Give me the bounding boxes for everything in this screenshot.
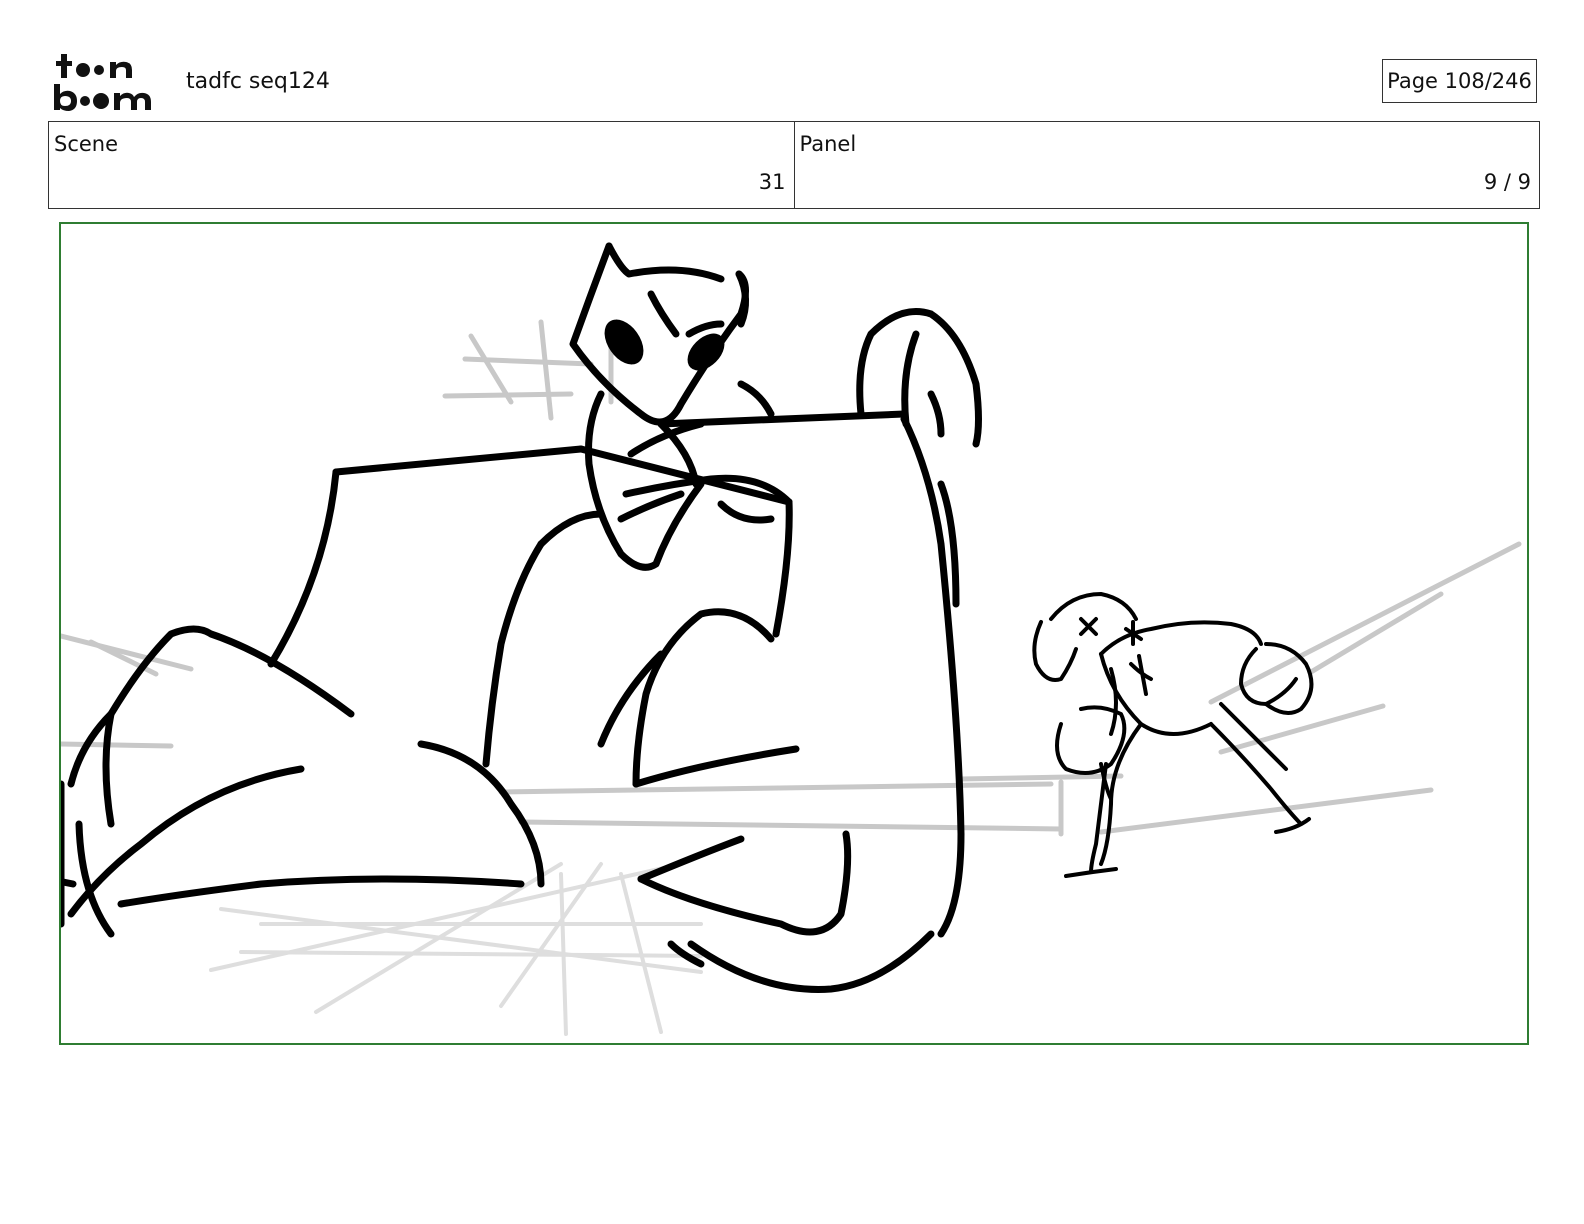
scene-number: 31 [758,170,786,194]
scene-panel-info: Scene 31 Panel 9 / 9 [48,121,1540,209]
panel-cell: Panel 9 / 9 [793,122,1540,208]
perspective-guides [61,319,1522,837]
scene-cell: Scene 31 [49,122,794,208]
small-figure-sketch [1032,592,1314,878]
page-indicator: Page 108/246 [1382,59,1537,103]
project-title: tadfc seq124 [186,69,330,94]
panel-number: 9 / 9 [1483,170,1531,194]
storyboard-sketch [61,242,1522,1036]
floor-grid [209,862,703,1036]
scene-label: Scene [54,132,119,156]
edge-marks [61,780,77,928]
large-figure-sketch [67,242,982,993]
toon-boom-logo [52,52,164,112]
panel-label: Panel [799,132,857,156]
storyboard-panel [59,222,1529,1045]
